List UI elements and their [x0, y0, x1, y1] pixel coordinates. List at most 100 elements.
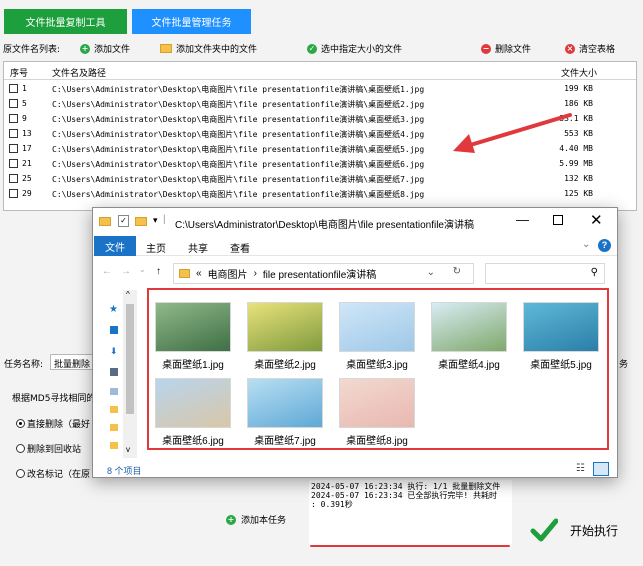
- clear-table-button[interactable]: × 清空表格: [565, 42, 615, 55]
- breadcrumb-item[interactable]: 电商图片: [208, 266, 248, 281]
- desktop-icon[interactable]: [110, 326, 118, 334]
- downloads-icon[interactable]: ⬇: [110, 346, 118, 357]
- option-recycle-bin[interactable]: 删除到回收站: [16, 442, 81, 455]
- folder-icon[interactable]: [110, 424, 118, 431]
- large-icons-view-icon[interactable]: [593, 462, 609, 476]
- thumbnail-label[interactable]: 桌面壁纸7.jpg: [240, 432, 330, 447]
- properties-icon[interactable]: ✓: [118, 215, 129, 227]
- table-row[interactable]: 21 C:\Users\Administrator\Desktop\电商图片\f…: [4, 157, 636, 172]
- thumbnail-image[interactable]: [431, 302, 507, 352]
- thumbnail-label[interactable]: 桌面壁纸1.jpg: [148, 356, 238, 371]
- radio: [16, 469, 25, 478]
- thumbnail-image[interactable]: [247, 378, 323, 428]
- row-checkbox[interactable]: [9, 114, 18, 123]
- minimize-icon[interactable]: —: [516, 212, 529, 227]
- row-path: C:\Users\Administrator\Desktop\电商图片\file…: [52, 175, 425, 184]
- thumbnail-label[interactable]: 桌面壁纸2.jpg: [240, 356, 330, 371]
- back-icon[interactable]: ←: [102, 266, 112, 277]
- quick-access-dropdown-icon[interactable]: ▾: [153, 215, 158, 226]
- option-rename-mark[interactable]: 改名标记（在原: [16, 467, 90, 480]
- address-dropdown-icon[interactable]: ⌄: [427, 267, 435, 278]
- add-folder-files-button[interactable]: 添加文件夹中的文件: [160, 42, 257, 55]
- row-size: 186 KB: [564, 99, 593, 108]
- plus-icon: +: [226, 514, 236, 525]
- quick-access-icon[interactable]: ★: [109, 304, 118, 315]
- close-icon[interactable]: ✕: [590, 211, 603, 229]
- ribbon-tab-share[interactable]: 共享: [188, 240, 208, 255]
- delete-file-button[interactable]: − 删除文件: [481, 42, 531, 55]
- row-checkbox[interactable]: [9, 189, 18, 198]
- row-checkbox[interactable]: [9, 129, 18, 138]
- explorer-ribbon: 文件 主页 共享 查看 ⌄ ?: [93, 236, 617, 256]
- thumbnail-image[interactable]: [247, 302, 323, 352]
- task-name-input[interactable]: 批量删除: [50, 354, 94, 370]
- titlebar-separator: |: [163, 214, 166, 225]
- thumbnail-image[interactable]: [155, 378, 231, 428]
- documents-icon[interactable]: [110, 368, 118, 376]
- recent-dropdown-icon[interactable]: ⌄: [139, 265, 146, 274]
- select-by-size-button[interactable]: ✓ 选中指定大小的文件: [307, 42, 402, 55]
- row-checkbox[interactable]: [9, 84, 18, 93]
- close-icon: ×: [565, 43, 575, 54]
- thumbnail-label[interactable]: 桌面壁纸6.jpg: [148, 432, 238, 447]
- thumbnail-label[interactable]: 桌面壁纸3.jpg: [332, 356, 422, 371]
- table-row[interactable]: 1 C:\Users\Administrator\Desktop\电商图片\fi…: [4, 82, 636, 97]
- forward-icon[interactable]: →: [121, 266, 131, 277]
- option-direct-delete[interactable]: 直接删除（最好: [16, 417, 90, 430]
- thumbnail-label[interactable]: 桌面壁纸4.jpg: [424, 356, 514, 371]
- pictures-icon[interactable]: [110, 388, 118, 395]
- radio: [16, 444, 25, 453]
- search-input[interactable]: ⚲: [485, 263, 605, 284]
- thumbnail-image[interactable]: [523, 302, 599, 352]
- thumbnail-image[interactable]: [339, 378, 415, 428]
- row-path: C:\Users\Administrator\Desktop\电商图片\file…: [52, 130, 425, 139]
- ribbon-tab-home[interactable]: 主页: [146, 240, 166, 255]
- row-checkbox[interactable]: [9, 144, 18, 153]
- thumbnail-image[interactable]: [155, 302, 231, 352]
- breadcrumb-item[interactable]: file presentationfile演讲稿: [263, 266, 376, 281]
- tab-copy-tool[interactable]: 文件批量复制工具: [4, 9, 127, 34]
- address-bar[interactable]: « 电商图片 › file presentationfile演讲稿 ⌄ ↻: [173, 263, 474, 284]
- ribbon-expand-icon[interactable]: ⌄: [582, 239, 590, 250]
- folder-icon: [179, 269, 190, 278]
- ribbon-tab-view[interactable]: 查看: [230, 240, 250, 255]
- scroll-down-icon[interactable]: v: [126, 445, 130, 454]
- row-checkbox[interactable]: [9, 99, 18, 108]
- thumbnail-label[interactable]: 桌面壁纸5.jpg: [516, 356, 606, 371]
- table-row[interactable]: 29 C:\Users\Administrator\Desktop\电商图片\f…: [4, 187, 636, 202]
- details-view-icon[interactable]: ☷: [576, 463, 585, 474]
- row-index: 17: [22, 144, 32, 153]
- file-thumbnail-area: 桌面壁纸1.jpg 桌面壁纸2.jpg 桌面壁纸3.jpg 桌面壁纸4.jpg 桌面壁纸…: [147, 288, 609, 450]
- window-title: C:\Users\Administrator\Desktop\电商图片\file…: [175, 220, 474, 231]
- folder-icon[interactable]: [110, 442, 118, 449]
- status-bar: 8 个项目 ☷: [93, 462, 617, 478]
- nav-scrollbar[interactable]: ^ v: [123, 290, 137, 458]
- ribbon-tab-file[interactable]: 文件: [94, 236, 136, 256]
- annotation-underline: [310, 545, 510, 547]
- scroll-thumb[interactable]: [126, 304, 134, 414]
- row-checkbox[interactable]: [9, 174, 18, 183]
- tab-manage-task[interactable]: 文件批量管理任务: [132, 9, 251, 34]
- scroll-up-icon[interactable]: ^: [126, 290, 130, 299]
- radio-checked: [16, 419, 25, 428]
- table-row[interactable]: 25 C:\Users\Administrator\Desktop\电商图片\f…: [4, 172, 636, 187]
- row-size: 132 KB: [564, 174, 593, 183]
- navigation-pane: ★ ⬇ ^ v: [107, 290, 137, 458]
- thumbnail-label[interactable]: 桌面壁纸8.jpg: [332, 432, 422, 447]
- folder-icon[interactable]: [110, 406, 118, 413]
- row-checkbox[interactable]: [9, 159, 18, 168]
- up-icon[interactable]: ↑: [156, 266, 161, 277]
- add-file-button[interactable]: + 添加文件: [80, 42, 130, 55]
- maximize-icon[interactable]: [553, 215, 563, 225]
- folder-icon: [99, 217, 111, 226]
- new-folder-icon[interactable]: [135, 217, 147, 226]
- start-button[interactable]: 开始执行: [520, 510, 638, 550]
- row-index: 25: [22, 174, 32, 183]
- address-row: ← → ⌄ ↑ « 电商图片 › file presentationfile演讲…: [93, 260, 617, 286]
- checkmark-icon: [530, 518, 558, 542]
- item-count: 8 个项目: [107, 466, 142, 476]
- help-icon[interactable]: ?: [598, 239, 611, 252]
- thumbnail-image[interactable]: [339, 302, 415, 352]
- refresh-icon[interactable]: ↻: [453, 266, 461, 277]
- add-task-button[interactable]: + 添加本任务: [226, 513, 286, 526]
